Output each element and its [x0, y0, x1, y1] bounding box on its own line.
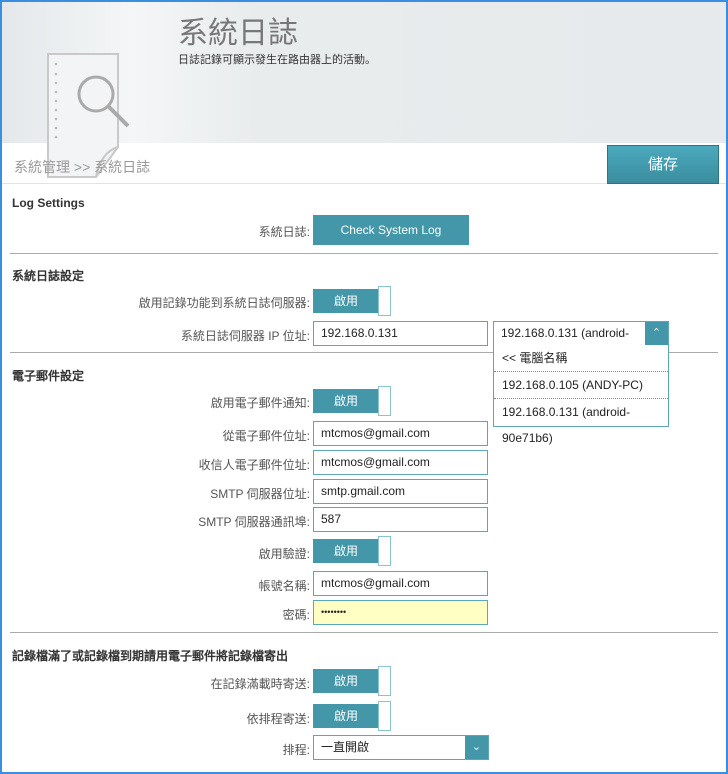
dropdown-option[interactable]: << 電腦名稱 — [494, 345, 668, 372]
dropdown-option[interactable]: 192.168.0.105 (ANDY-PC) — [494, 372, 668, 399]
computer-name-dropdown: << 電腦名稱 192.168.0.105 (ANDY-PC) 192.168.… — [493, 345, 669, 445]
dropdown-option[interactable]: 192.168.0.131 (android-90e71b6) — [494, 399, 668, 445]
